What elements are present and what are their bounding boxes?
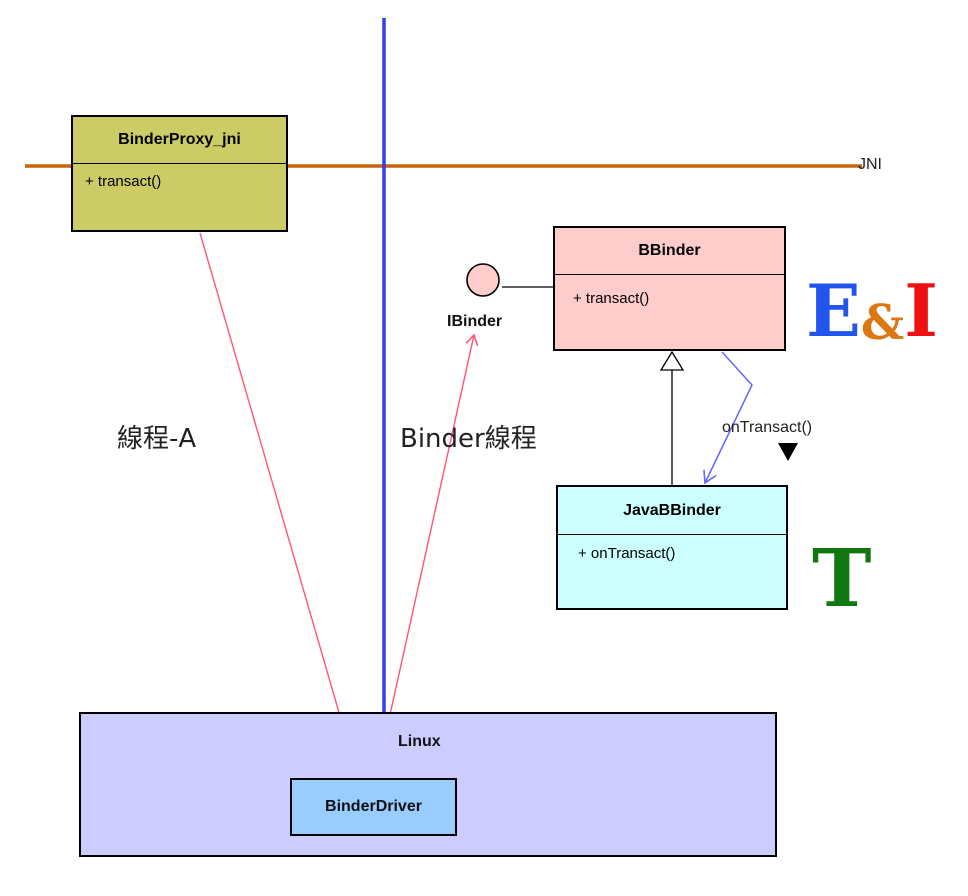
binder-proxy-operation: + transact() xyxy=(85,173,162,190)
binder-driver-label: BinderDriver xyxy=(325,798,422,815)
amp-letter: & xyxy=(860,295,905,351)
thread-a-label: 線程-A xyxy=(117,424,197,454)
bbinder-class-name: BBinder xyxy=(555,228,784,275)
linux-label: Linux xyxy=(398,733,441,750)
on-transact-label: onTransact() xyxy=(722,419,813,436)
bbinder-operation: + transact() xyxy=(573,290,650,307)
ibinder-label: IBinder xyxy=(447,313,503,330)
java-bbinder-operation: + onTransact() xyxy=(578,545,676,562)
bbinder-class: BBinder + transact() xyxy=(553,226,786,351)
direction-marker-icon xyxy=(778,443,798,461)
java-bbinder-class: JavaBBinder + onTransact() xyxy=(556,485,788,610)
t-letter: T xyxy=(812,531,872,625)
e-letter: E xyxy=(806,268,861,353)
binder-thread-label: Binder線程 xyxy=(400,424,537,454)
binder-driver-box: BinderDriver xyxy=(290,778,457,836)
jni-label: JNI xyxy=(858,156,882,173)
thread-a-arrow xyxy=(199,232,358,778)
i-letter: I xyxy=(904,268,938,353)
ei-logo: E&I xyxy=(806,275,938,348)
binder-proxy-class-name: BinderProxy_jni xyxy=(73,117,286,164)
inheritance-triangle-icon xyxy=(659,350,685,371)
binder-proxy-class: BinderProxy_jni + transact() xyxy=(71,115,288,232)
ibinder-lollipop-icon xyxy=(466,263,500,297)
java-bbinder-class-name: JavaBBinder xyxy=(558,487,786,535)
on-transact-arrow xyxy=(705,351,753,483)
